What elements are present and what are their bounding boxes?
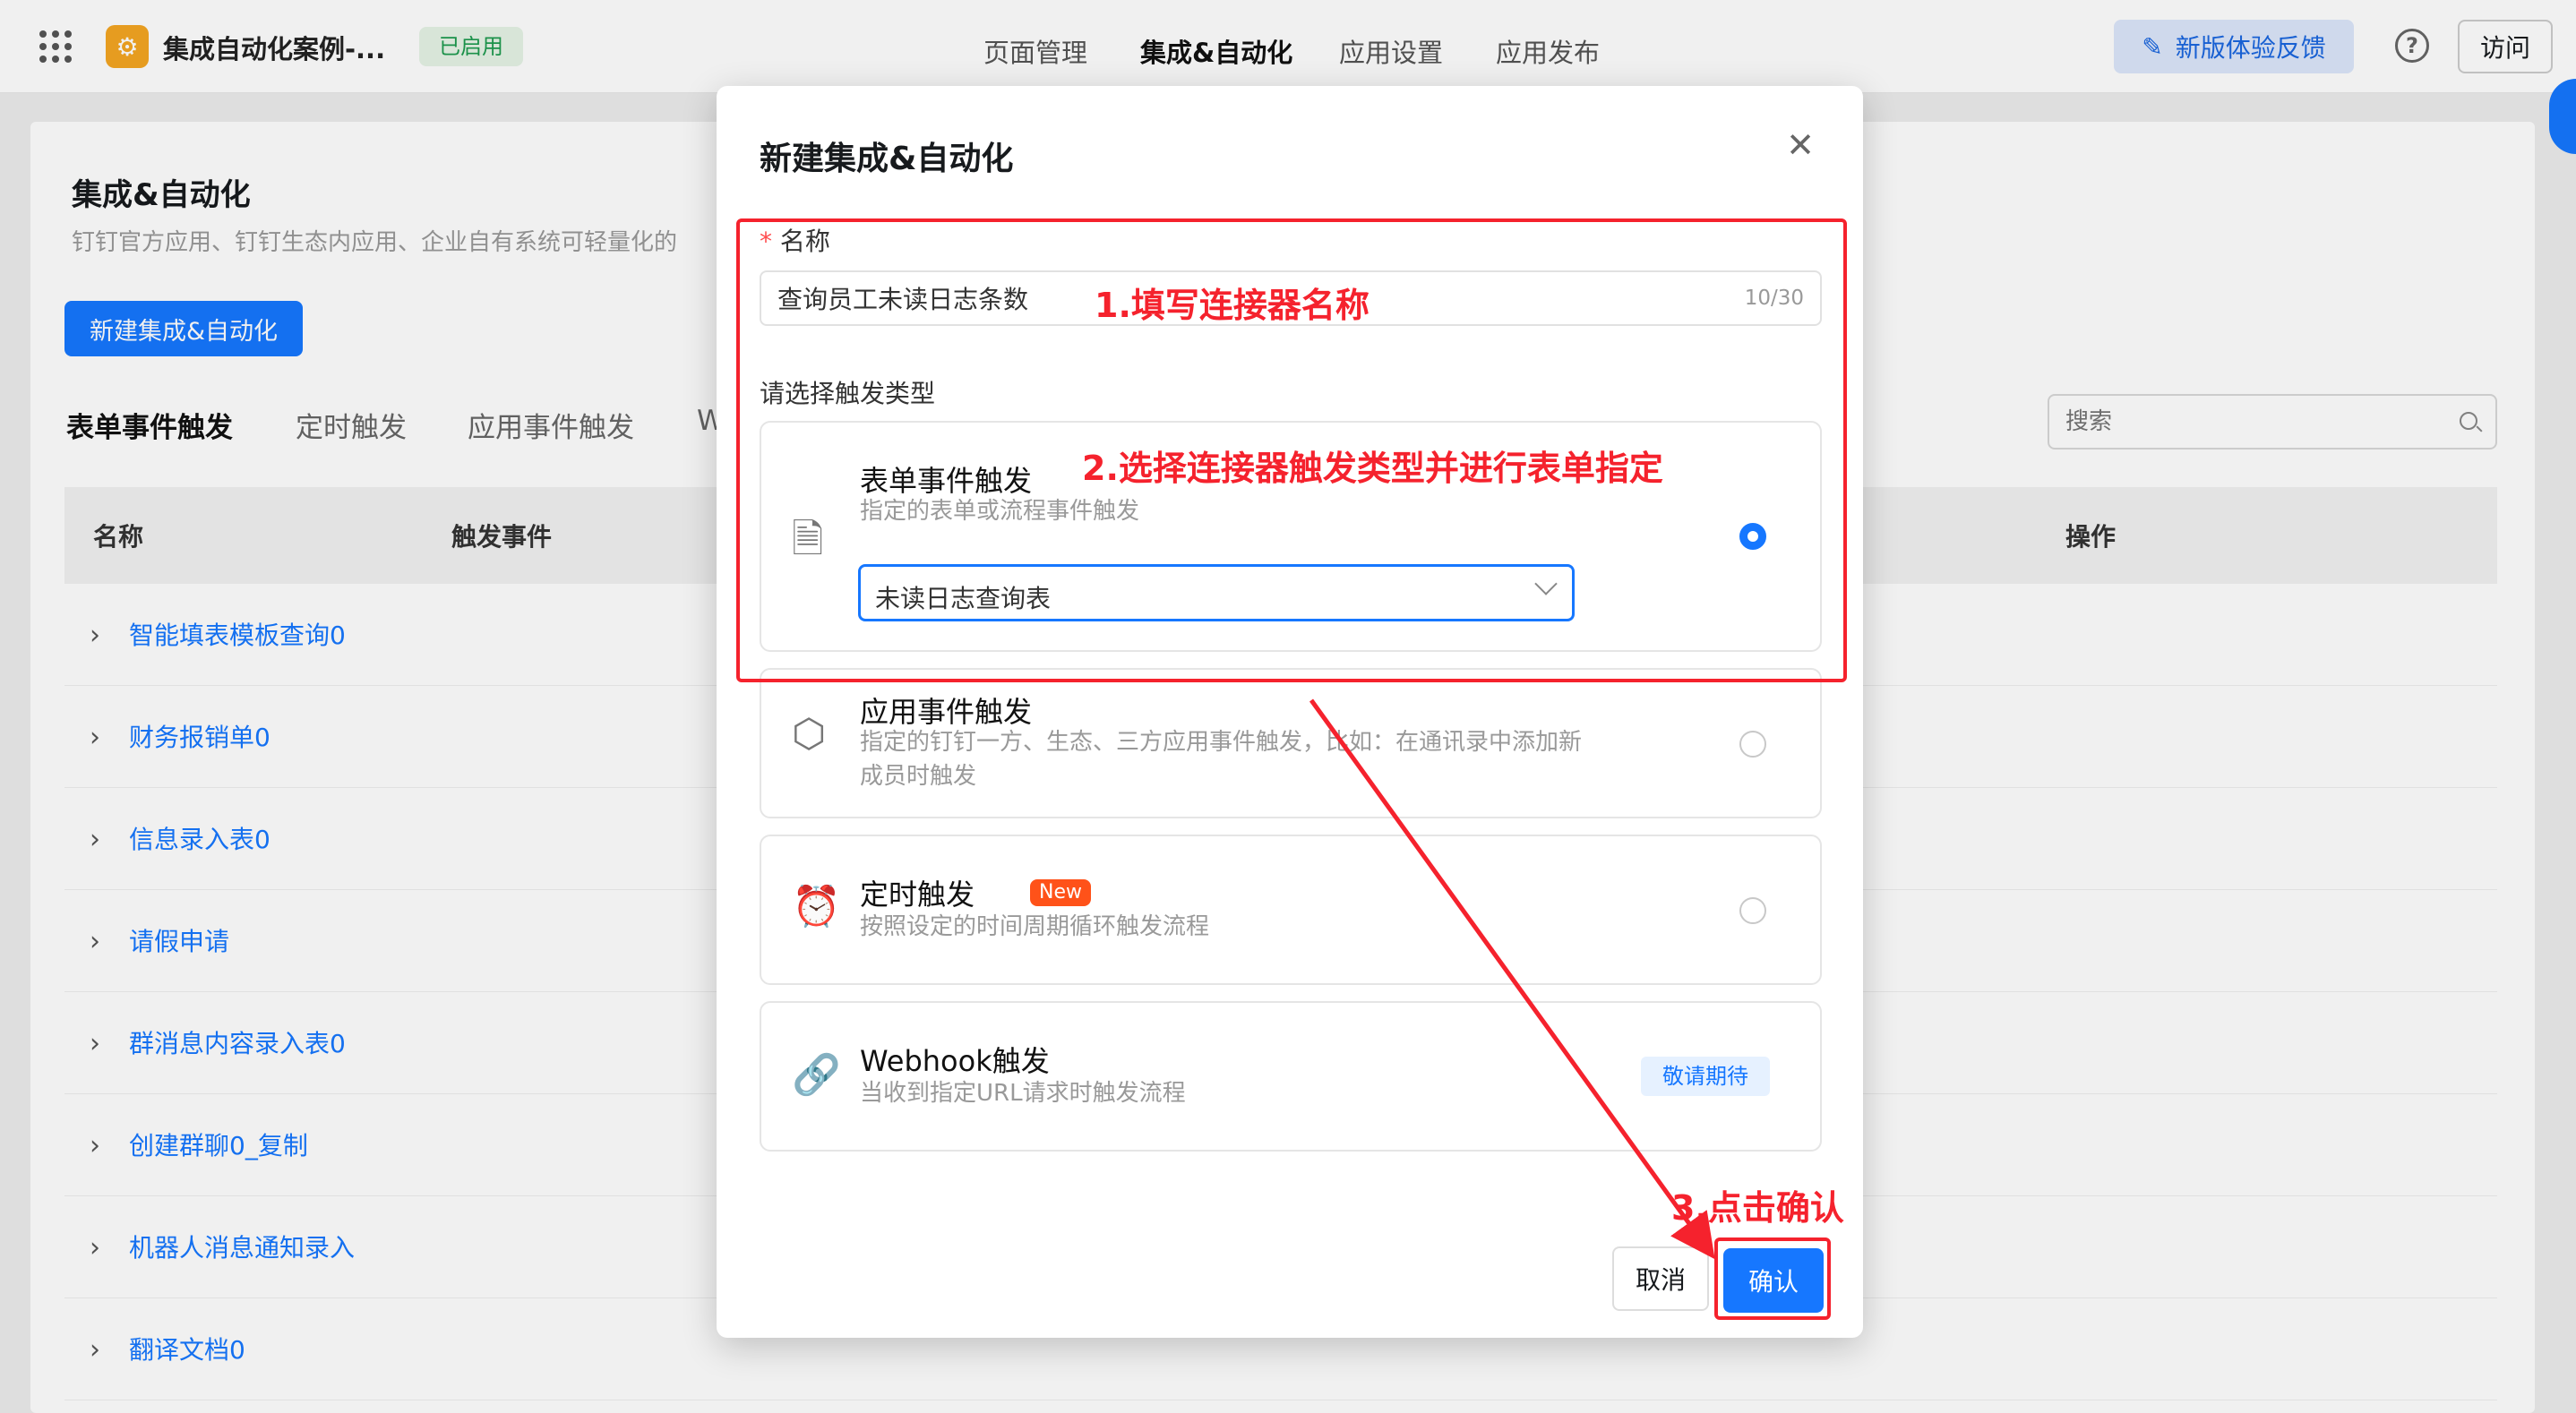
annotation-arrow [1309, 698, 1715, 1260]
